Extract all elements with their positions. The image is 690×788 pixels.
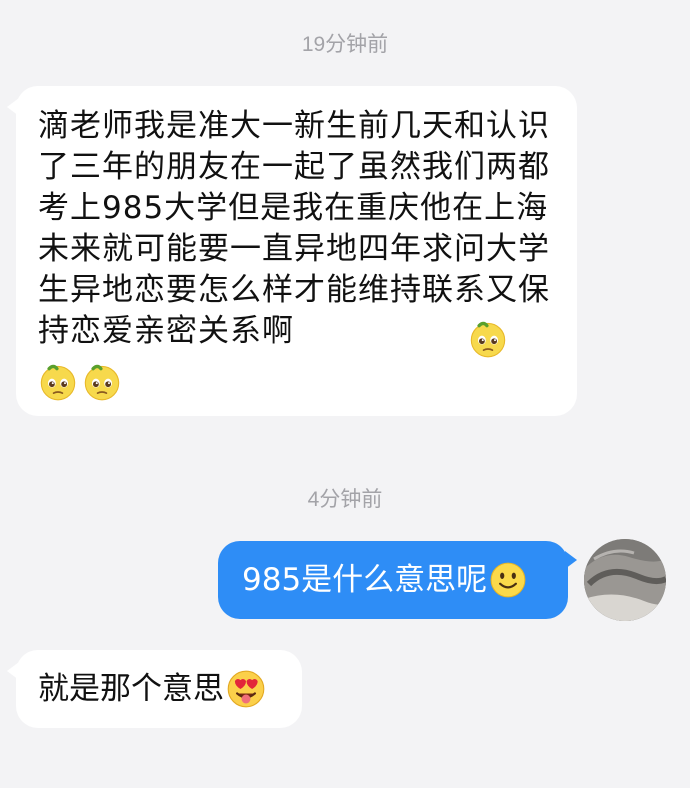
pleading-face-icon <box>84 364 120 401</box>
pleading-face-icon <box>470 321 506 358</box>
avatar-image <box>584 539 666 621</box>
bubble-tail <box>565 551 577 569</box>
heart-eyes-tongue-face-icon <box>227 670 265 708</box>
outgoing-message-bubble[interactable]: 985是什么意思呢 <box>218 541 577 619</box>
bubble-tail <box>7 98 19 116</box>
pleading-face-icon <box>40 364 76 401</box>
message-text: 就是那个意思 <box>38 670 224 707</box>
message-text: 滴老师我是准大一新生前几天和认识了三年的朋友在一起了虽然我们两都考上985大学但… <box>38 108 550 349</box>
message-text: 985是什么意思呢 <box>242 561 488 598</box>
user-avatar[interactable] <box>584 539 666 621</box>
incoming-message-bubble[interactable]: 滴老师我是准大一新生前几天和认识了三年的朋友在一起了虽然我们两都考上985大学但… <box>7 86 577 416</box>
timestamp: 4分钟前 <box>307 488 383 511</box>
timestamp: 19分钟前 <box>301 33 389 56</box>
incoming-message-bubble[interactable]: 就是那个意思 <box>7 650 302 728</box>
slightly-smiling-face-icon <box>490 562 526 598</box>
bubble-tail <box>7 662 19 680</box>
